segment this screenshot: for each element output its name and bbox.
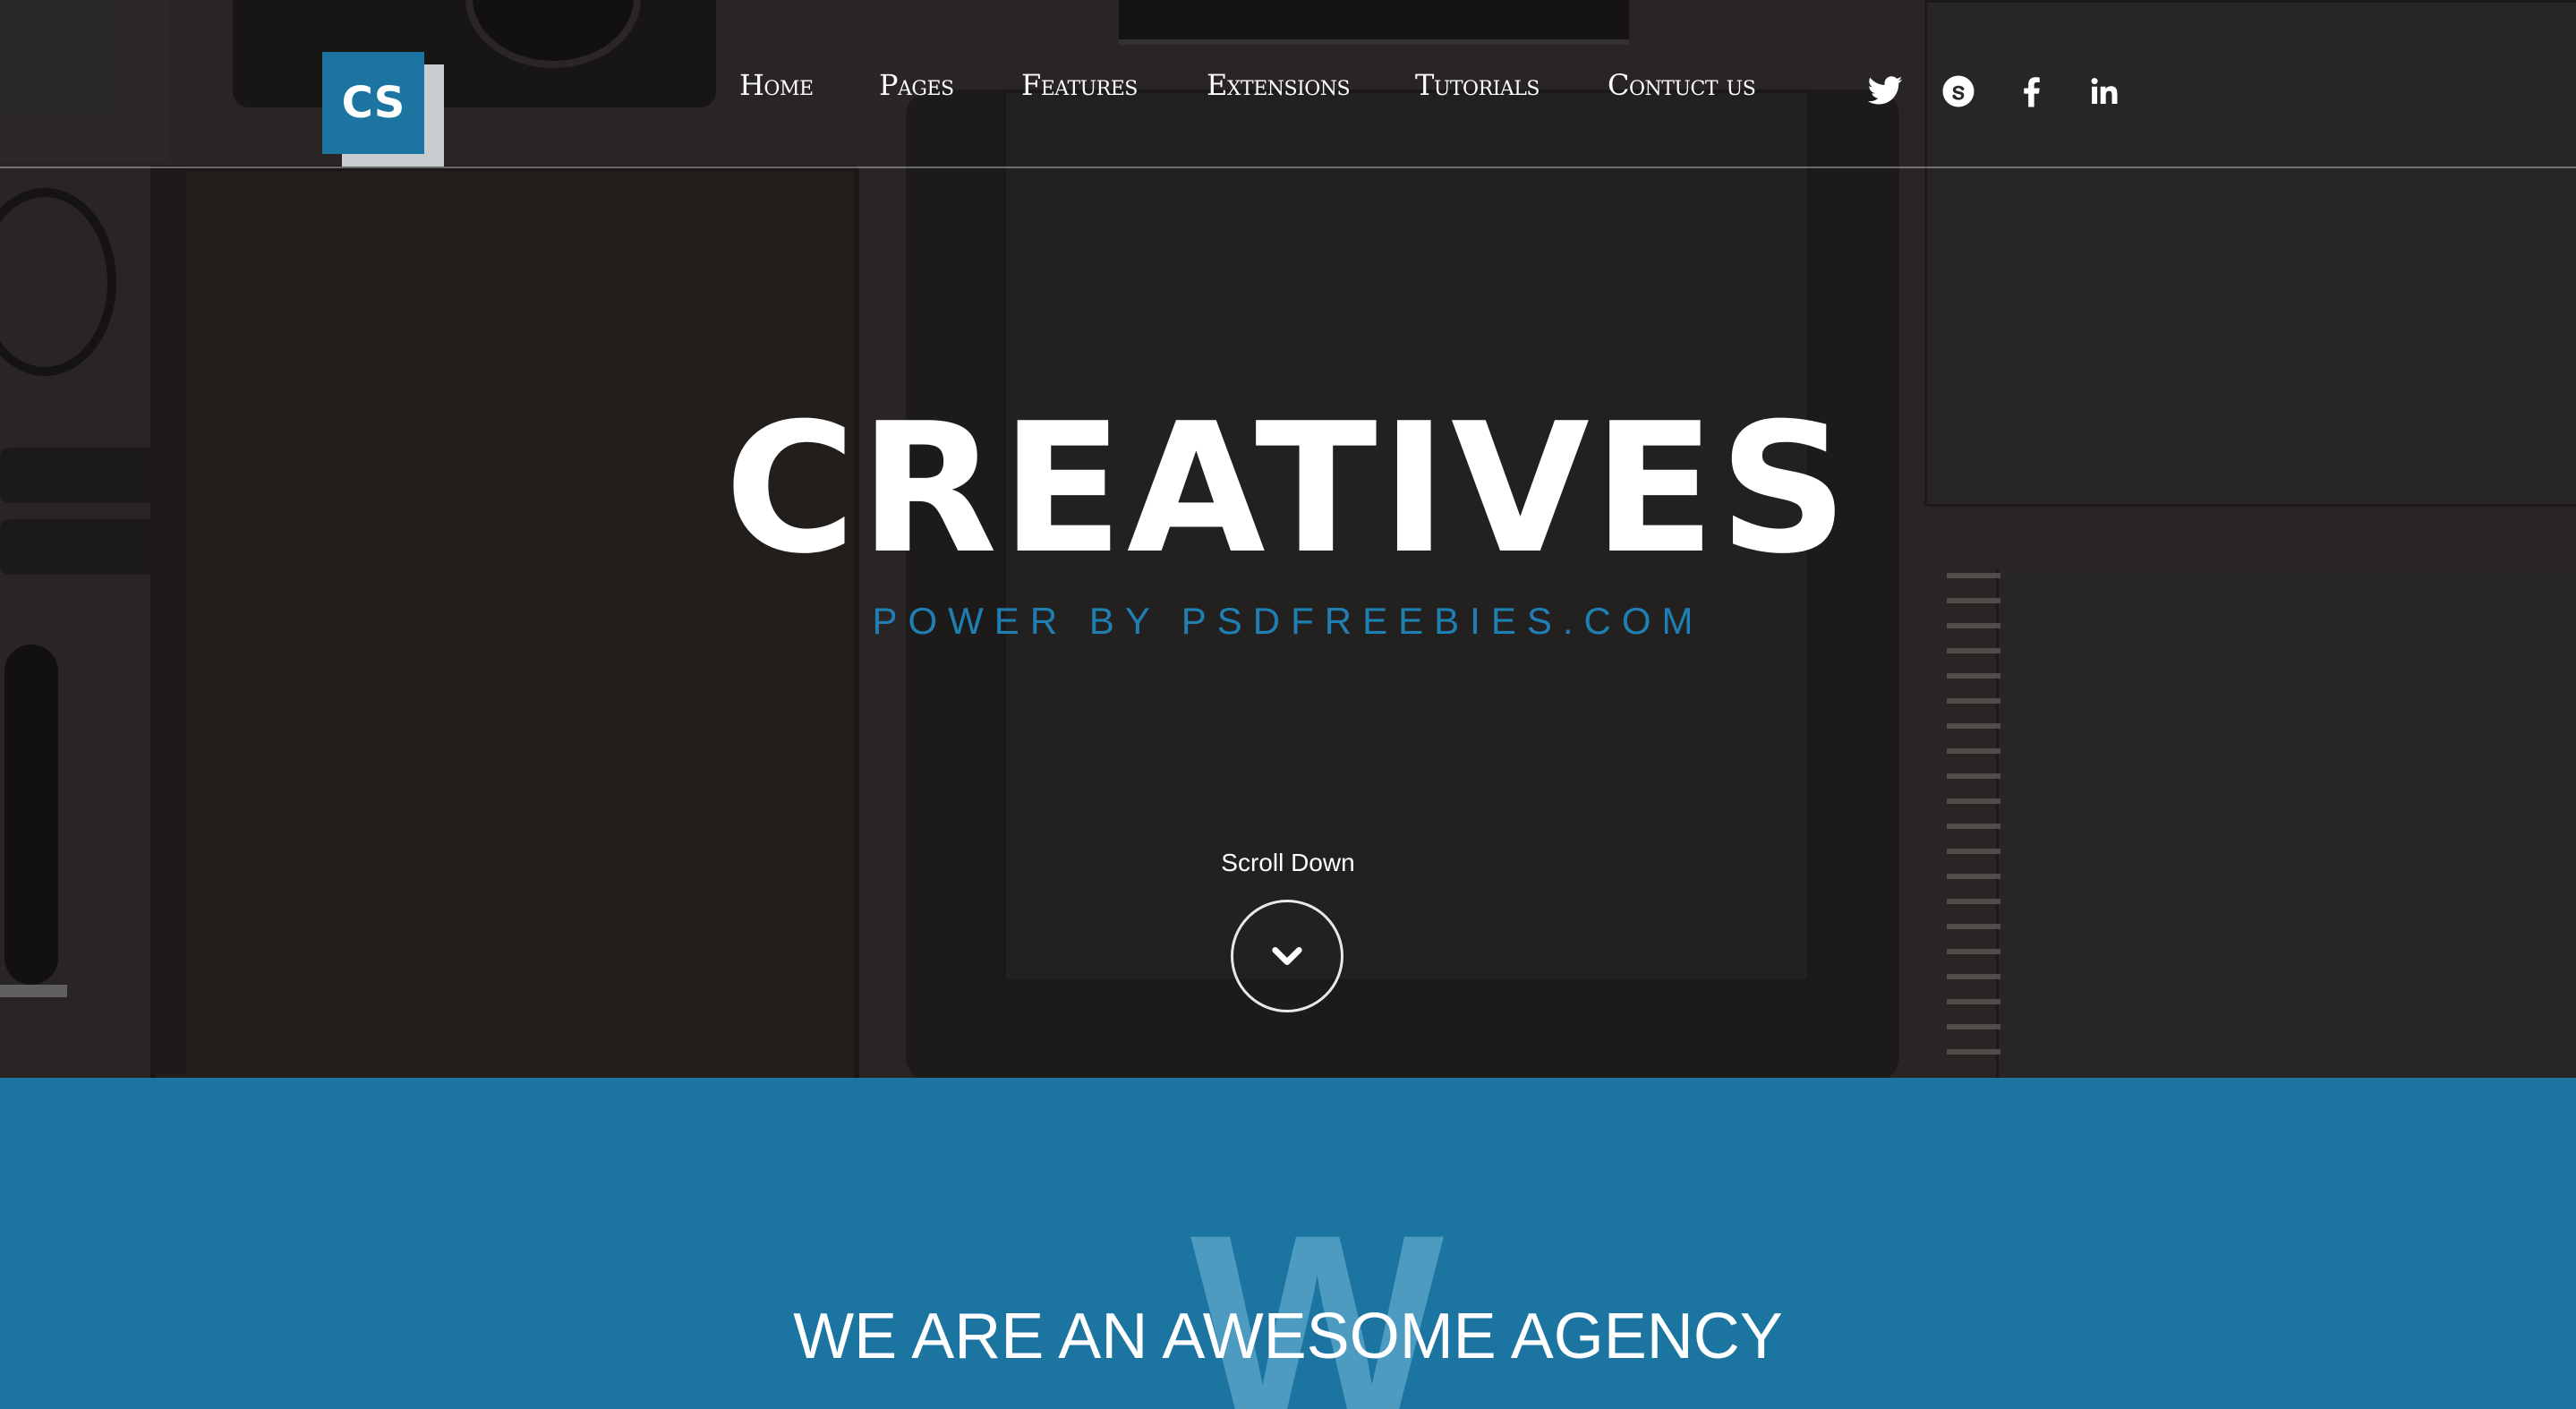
about-title: WE ARE AN AWESOME AGENCY xyxy=(793,1301,1783,1372)
nav-item-tutorials[interactable]: Tutorials xyxy=(1415,68,1540,102)
header-divider xyxy=(0,167,2576,168)
skype-icon[interactable] xyxy=(1935,68,1982,115)
linkedin-icon[interactable] xyxy=(2082,68,2128,115)
hero-subtitle: POWER BY PSDFREEBIES.COM xyxy=(872,600,1704,642)
scroll-down-button[interactable] xyxy=(1231,900,1343,1012)
hero-title: CREATIVES xyxy=(724,385,1852,593)
twitter-icon[interactable] xyxy=(1862,68,1908,115)
scroll-down-label: Scroll Down xyxy=(1221,849,1355,876)
facebook-icon[interactable] xyxy=(2009,68,2055,115)
chevron-down-icon xyxy=(1272,947,1302,965)
nav-item-pages[interactable]: Pages xyxy=(879,68,954,102)
logo-text: CS xyxy=(341,78,405,128)
site-logo[interactable]: CS xyxy=(322,52,424,154)
nav-item-features[interactable]: Features xyxy=(1021,68,1138,102)
about-section: W WE ARE AN AWESOME AGENCY xyxy=(0,1078,2576,1409)
nav-item-home[interactable]: Home xyxy=(739,68,814,102)
nav-item-extensions[interactable]: Extensions xyxy=(1207,68,1351,102)
nav-item-contact[interactable]: Contuct us xyxy=(1608,68,1756,102)
